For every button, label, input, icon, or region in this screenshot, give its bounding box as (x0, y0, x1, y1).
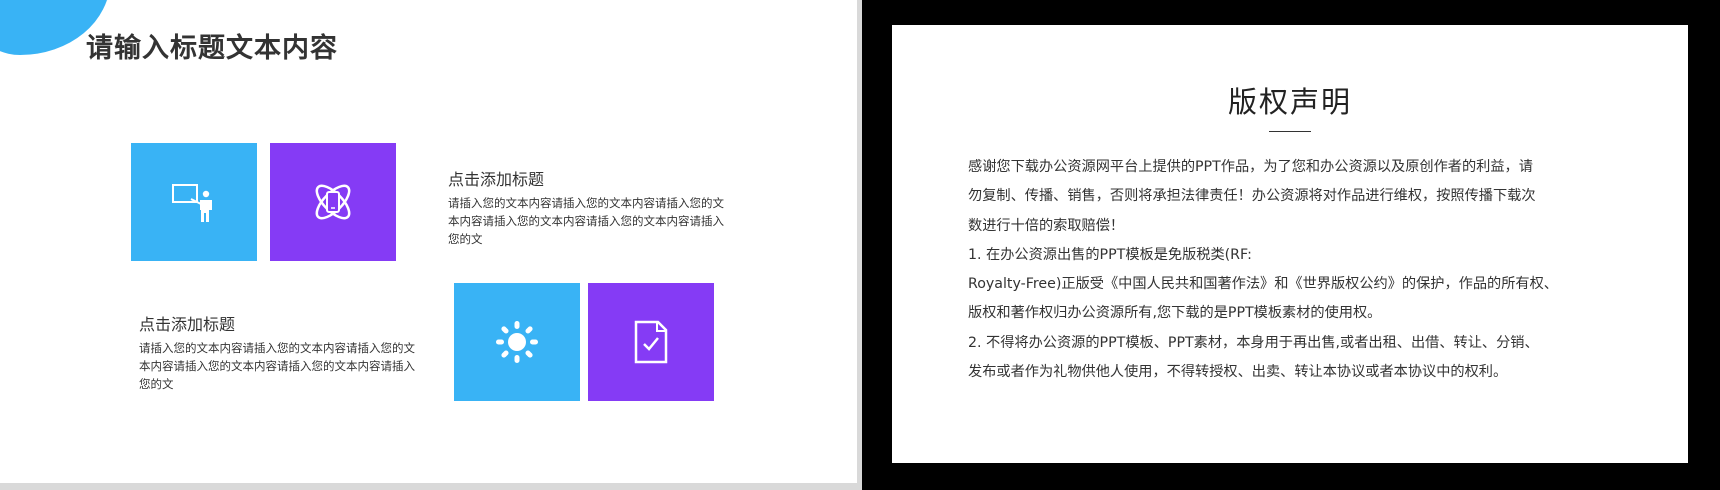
copyright-title: 版权声明 (1227, 85, 1352, 119)
copyright-line: 勿复制、传播、销售，否则将承担法律责任！办公资源将对作品进行维权，按照传播下载次 (968, 188, 1536, 205)
copyright-text: 感谢您下载办公资源网平台上提供的PPT作品，为了您和办公资源以及原创作者的利益，… (968, 153, 1640, 387)
copyright-line: 2. 不得将办公资源的PPT模板、PPT素材，本身用于再出售,或者出租、出借、转… (968, 334, 1539, 351)
block-body-2: 请插入您的文本内容请插入您的文本内容请插入您的文本内容请插入您的文本内容请插入您… (139, 341, 415, 391)
tile-presentation (131, 143, 257, 261)
copyright-document: 版权声明 感谢您下载办公资源网平台上提供的PPT作品，为了您和办公资源以及原创作… (892, 25, 1688, 463)
slide-title: 请输入标题文本内容 (86, 33, 338, 64)
document-check-icon (634, 320, 668, 364)
copyright-line: 版权和著作权归办公资源所有,您下载的是PPT模板素材的使用权。 (968, 305, 1382, 322)
block-heading-2: 点击添加标题 (139, 315, 236, 334)
copyright-line: 发布或者作为礼物供他人使用，不得转授权、出卖、转让本协议或者本协议中的权利。 (968, 364, 1508, 381)
copyright-line: 感谢您下载办公资源网平台上提供的PPT作品，为了您和办公资源以及原创作者的利益，… (968, 159, 1533, 175)
copyright-line: 1. 在办公资源出售的PPT模板是免版税类(RF: (968, 246, 1252, 263)
left-slide[interactable]: 请输入标题文本内容 点击添加标题 请插入您的文本内容请插入您的文本内容请插入您的… (0, 0, 857, 483)
tile-document (588, 283, 714, 401)
block-heading-1: 点击添加标题 (448, 170, 545, 189)
atom-device-icon (315, 184, 351, 220)
sun-gear-icon (496, 321, 538, 363)
tile-atom-device (270, 143, 396, 261)
copyright-line: Royalty-Free)正版受《中国人民共和国著作法》和《世界版权公约》的保护… (968, 276, 1558, 293)
block-body-1: 请插入您的文本内容请插入您的文本内容请插入您的文本内容请插入您的文本内容请插入您… (448, 196, 724, 246)
right-slide[interactable]: 版权声明 感谢您下载办公资源网平台上提供的PPT作品，为了您和办公资源以及原创作… (862, 0, 1720, 490)
copyright-line: 数进行十倍的索取赔偿！ (968, 217, 1125, 234)
title-divider (1269, 131, 1311, 132)
tile-sun (454, 283, 580, 401)
presentation-teacher-icon (172, 184, 212, 222)
screen: 请输入标题文本内容 点击添加标题 请插入您的文本内容请插入您的文本内容请插入您的… (0, 0, 1720, 490)
